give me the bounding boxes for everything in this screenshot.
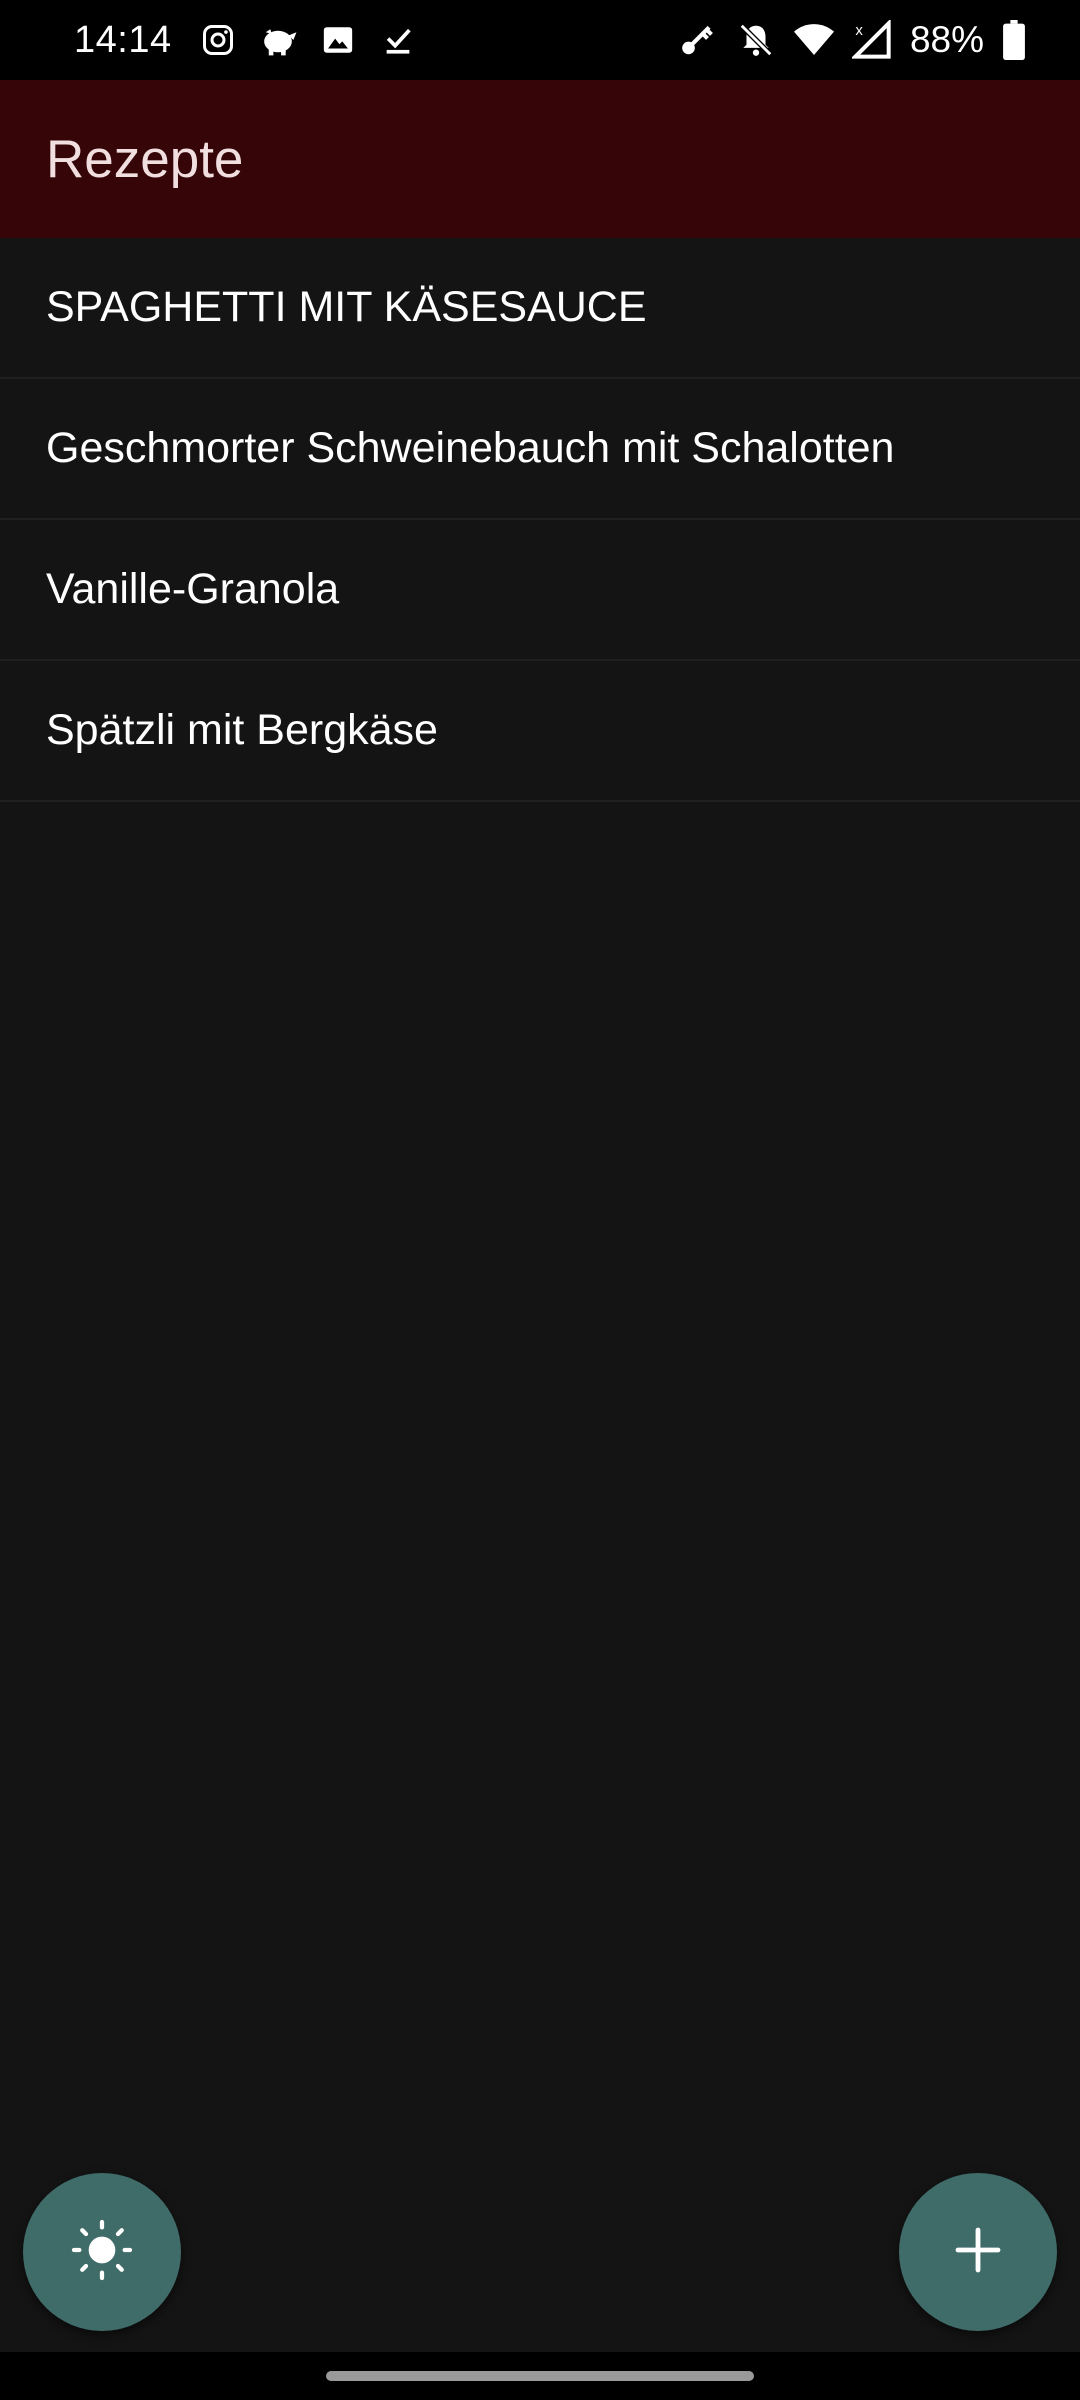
theme-toggle-button[interactable] bbox=[23, 2173, 181, 2331]
battery-icon bbox=[994, 18, 1034, 62]
key-icon bbox=[678, 18, 718, 62]
list-item[interactable]: Vanille-Granola bbox=[0, 520, 1080, 661]
wifi-icon bbox=[793, 18, 834, 62]
list-item[interactable]: Geschmorter Schweinebauch mit Schalotten bbox=[0, 379, 1080, 520]
add-recipe-button[interactable] bbox=[899, 2173, 1057, 2331]
recipe-title: Geschmorter Schweinebauch mit Schalotten bbox=[46, 424, 895, 472]
app-bar: Rezepte bbox=[0, 80, 1080, 238]
recipe-title: SPAGHETTI MIT KÄSESAUCE bbox=[46, 283, 647, 331]
list-item[interactable]: Spätzli mit Bergkäse bbox=[0, 661, 1080, 802]
status-right: x 88% bbox=[678, 18, 1034, 62]
list-item[interactable]: SPAGHETTI MIT KÄSESAUCE bbox=[0, 238, 1080, 379]
piggy-bank-icon bbox=[258, 18, 298, 62]
battery-percent: 88% bbox=[909, 19, 984, 60]
image-icon bbox=[318, 18, 358, 62]
signal-icon: x bbox=[851, 18, 892, 62]
recipe-list: SPAGHETTI MIT KÄSESAUCE Geschmorter Schw… bbox=[0, 238, 1080, 802]
recipe-title: Spätzli mit Bergkäse bbox=[46, 706, 438, 754]
status-time: 14:14 bbox=[74, 18, 172, 61]
brightness-icon bbox=[70, 2218, 134, 2287]
gesture-handle[interactable] bbox=[326, 2371, 754, 2381]
recipe-title: Vanille-Granola bbox=[46, 565, 340, 613]
page-title: Rezepte bbox=[46, 129, 244, 189]
notifications-off-icon bbox=[736, 18, 776, 62]
navigation-bar bbox=[0, 2352, 1080, 2400]
status-left: 14:14 bbox=[74, 18, 438, 62]
download-done-icon bbox=[378, 18, 418, 62]
svg-text:x: x bbox=[855, 22, 863, 39]
status-bar: 14:14 x 88% bbox=[0, 0, 1080, 80]
instagram-icon bbox=[198, 18, 238, 62]
plus-icon bbox=[954, 2226, 1002, 2279]
screen: 14:14 x 88% Rezepte SPAGHETTI MIT KÄSESA… bbox=[0, 0, 1080, 2400]
